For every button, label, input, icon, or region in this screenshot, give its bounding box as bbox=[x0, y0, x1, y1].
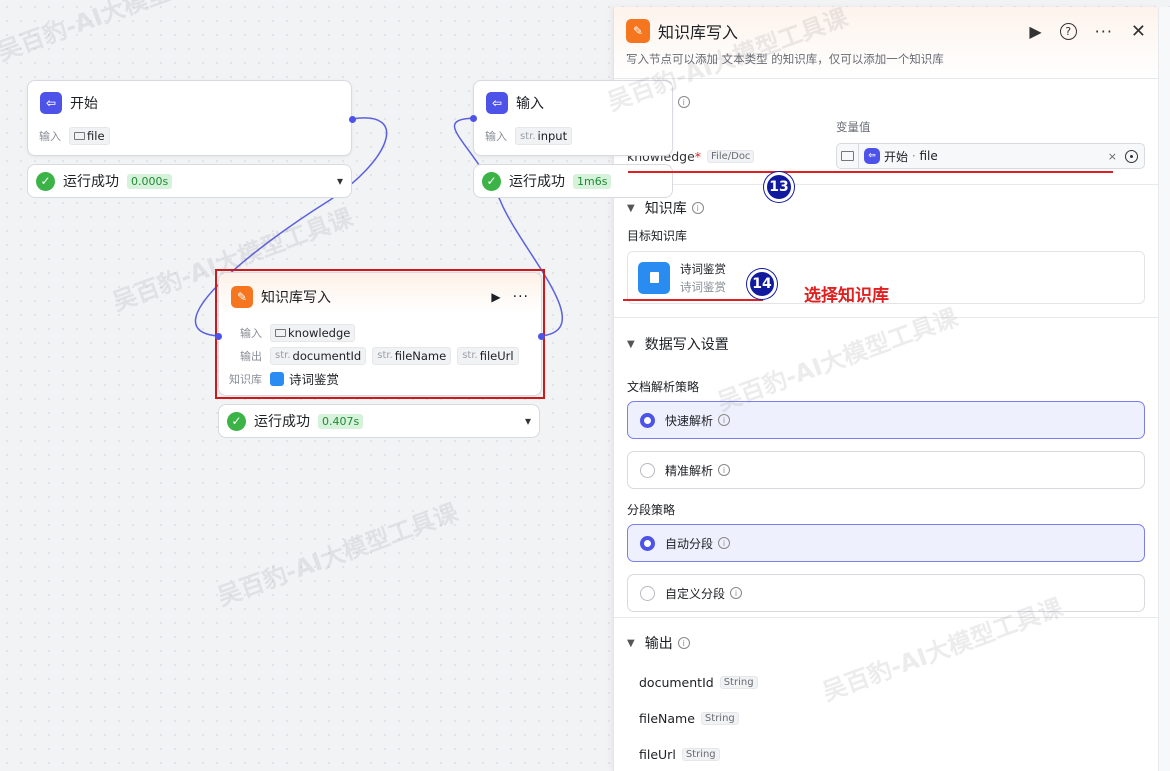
input-node-input-label: 输入 bbox=[485, 130, 507, 143]
start-node-output-port[interactable] bbox=[349, 116, 356, 123]
start-node[interactable]: ⇦ 开始 输入 file bbox=[27, 80, 352, 156]
kb-node-time: 0.407s bbox=[318, 413, 364, 429]
kb-node-input-port[interactable] bbox=[215, 333, 222, 340]
success-check-icon: ✓ bbox=[482, 171, 501, 191]
input-node-icon: ⇦ bbox=[486, 92, 508, 114]
start-node-title: 开始 bbox=[70, 96, 98, 112]
input-node-time: 1m6s bbox=[573, 173, 612, 189]
kb-node-output-port[interactable] bbox=[538, 333, 545, 340]
start-node-icon: ⇦ bbox=[40, 92, 62, 114]
input-node[interactable]: ⇦ 输入 输入 str. input bbox=[473, 80, 673, 156]
chevron-down-icon[interactable]: ▾ bbox=[525, 414, 531, 428]
folder-icon bbox=[74, 132, 85, 140]
kb-node-status-bar[interactable]: ✓ 运行成功 0.407s ▾ bbox=[218, 404, 540, 438]
annotation-hint: 选择知识库 bbox=[804, 286, 889, 306]
input-node-input-port[interactable] bbox=[470, 115, 477, 122]
annotation-underline-14 bbox=[623, 299, 763, 301]
kb-node-highlight bbox=[215, 269, 545, 399]
input-node-status: 运行成功 bbox=[509, 174, 565, 190]
annotation-badge-14: 14 bbox=[747, 269, 777, 299]
start-node-status-bar[interactable]: ✓ 运行成功 0.000s ▾ bbox=[27, 164, 352, 198]
input-node-status-bar[interactable]: ✓ 运行成功 1m6s bbox=[473, 164, 673, 198]
start-node-status: 运行成功 bbox=[63, 174, 119, 190]
start-node-time: 0.000s bbox=[127, 173, 173, 189]
annotation-badge-13: 13 bbox=[764, 172, 794, 202]
kb-node-status: 运行成功 bbox=[254, 414, 310, 430]
input-node-param-tag: str. input bbox=[515, 127, 573, 145]
chevron-down-icon[interactable]: ▾ bbox=[337, 174, 343, 188]
input-node-title: 输入 bbox=[516, 96, 544, 112]
success-check-icon: ✓ bbox=[36, 171, 55, 191]
start-node-param-tag: file bbox=[69, 127, 110, 145]
start-node-input-label: 输入 bbox=[39, 130, 61, 143]
annotation-underline-13 bbox=[628, 171, 1113, 173]
success-check-icon: ✓ bbox=[227, 411, 246, 431]
